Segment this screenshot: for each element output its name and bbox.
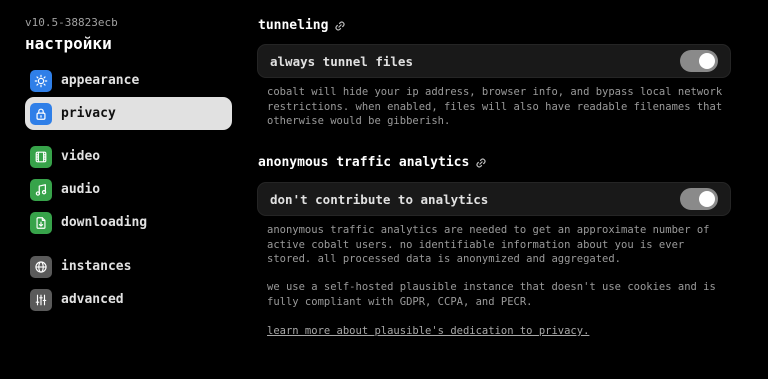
- sidebar-item-label: privacy: [61, 106, 116, 121]
- switch-knob: [699, 191, 715, 207]
- section-title-text: anonymous traffic analytics: [258, 155, 470, 170]
- settings-sidebar: v10.5-38823ecb настройки appearance priv…: [0, 0, 240, 379]
- sidebar-item-audio[interactable]: audio: [25, 173, 232, 206]
- tunneling-description: cobalt will hide your ip address, browse…: [267, 85, 727, 129]
- plausible-description: we use a self-hosted plausible instance …: [267, 280, 727, 309]
- version-label: v10.5-38823ecb: [25, 16, 118, 29]
- always-tunnel-switch[interactable]: [680, 50, 718, 72]
- analytics-description: anonymous traffic analytics are needed t…: [267, 223, 727, 267]
- sidebar-item-label: video: [61, 149, 101, 164]
- music-note-icon: [30, 178, 52, 201]
- link-icon[interactable]: [475, 157, 487, 169]
- file-download-icon: [30, 211, 52, 234]
- toggle-label: don't contribute to analytics: [270, 191, 489, 207]
- sidebar-item-privacy[interactable]: privacy: [25, 97, 232, 130]
- link-icon[interactable]: [334, 20, 346, 32]
- description-line: we use a self-hosted plausible instance …: [267, 281, 716, 293]
- sidebar-item-label: downloading: [61, 215, 148, 230]
- sun-icon: [30, 69, 52, 92]
- always-tunnel-toggle-row[interactable]: always tunnel files: [257, 44, 731, 78]
- sidebar-item-video[interactable]: video: [25, 140, 232, 173]
- settings-title: настройки: [25, 34, 112, 53]
- sidebar-item-instances[interactable]: instances: [25, 250, 232, 283]
- description-line: stored. all processed data is anonymized…: [267, 253, 622, 266]
- lock-icon: [30, 102, 52, 125]
- learn-more-container: learn more about plausible's dedication …: [267, 324, 727, 339]
- film-icon: [30, 145, 52, 168]
- sidebar-item-label: advanced: [61, 292, 124, 307]
- switch-knob: [699, 53, 715, 69]
- sidebar-item-downloading[interactable]: downloading: [25, 206, 232, 239]
- sidebar-item-label: instances: [61, 259, 132, 274]
- description-line: active cobalt users. no identifiable inf…: [267, 238, 685, 251]
- sidebar-item-label: appearance: [61, 73, 140, 88]
- analytics-section-title: anonymous traffic analytics: [258, 155, 487, 170]
- learn-more-link[interactable]: learn more about plausible's dedication …: [267, 325, 589, 337]
- analytics-toggle-row[interactable]: don't contribute to analytics: [257, 182, 731, 216]
- sidebar-item-label: audio: [61, 182, 101, 197]
- toggle-label: always tunnel files: [270, 53, 413, 69]
- description-line: cobalt will hide your ip address, browse…: [267, 86, 723, 98]
- description-line: otherwise would be gibberish.: [267, 115, 451, 128]
- analytics-switch[interactable]: [680, 188, 718, 210]
- sidebar-item-advanced[interactable]: advanced: [25, 283, 232, 316]
- description-line: anonymous traffic analytics are needed t…: [267, 224, 710, 236]
- globe-icon: [30, 255, 52, 278]
- tunneling-section-title: tunneling: [258, 18, 346, 33]
- description-line: restrictions. when enabled, files will a…: [267, 100, 723, 113]
- sidebar-item-appearance[interactable]: appearance: [25, 64, 232, 97]
- section-title-text: tunneling: [258, 18, 329, 33]
- sliders-icon: [30, 288, 52, 311]
- description-line: fully compliant with GDPR, CCPA, and PEC…: [267, 295, 533, 308]
